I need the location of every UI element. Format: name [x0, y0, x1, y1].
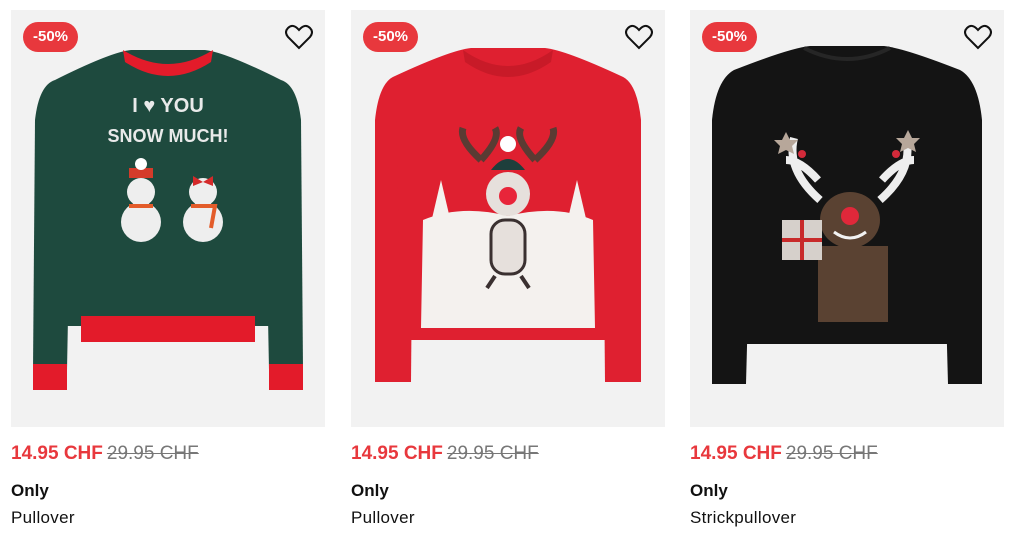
original-price: 29.95 CHF [785, 443, 878, 464]
price-row: 14.95 CHF 29.95 CHF [11, 443, 325, 465]
brand-name[interactable]: Only [351, 481, 665, 501]
product-type[interactable]: Pullover [351, 508, 665, 528]
product-card[interactable]: I ♥ YOU SNOW MUCH! -50% 14.95 CHF 29.95 C… [11, 10, 325, 528]
sweater-reindeer-red-image [375, 48, 641, 382]
heart-outline-icon[interactable] [964, 24, 992, 50]
sale-price: 14.95 CHF [351, 443, 443, 464]
discount-badge: -50% [363, 22, 419, 52]
print-text-line2: SNOW MUCH! [108, 126, 229, 146]
brand-name[interactable]: Only [690, 481, 1004, 501]
heart-outline-icon[interactable] [625, 24, 653, 50]
sale-price: 14.95 CHF [11, 443, 103, 464]
product-image[interactable]: I ♥ YOU SNOW MUCH! -50% [11, 10, 325, 427]
original-price: 29.95 CHF [106, 443, 199, 464]
print-text-line1: I ♥ YOU [132, 95, 204, 117]
product-grid: I ♥ YOU SNOW MUCH! -50% 14.95 CHF 29.95 C… [0, 0, 1024, 544]
original-price: 29.95 CHF [446, 443, 539, 464]
product-image[interactable]: -50% [690, 10, 1004, 427]
price-row: 14.95 CHF 29.95 CHF [690, 443, 1004, 465]
product-type[interactable]: Strickpullover [690, 508, 1004, 528]
product-card[interactable]: -50% 14.95 CHF 29.95 CHF Only Pullover [351, 10, 665, 528]
price-row: 14.95 CHF 29.95 CHF [351, 443, 665, 465]
sale-price: 14.95 CHF [690, 443, 782, 464]
sweater-reindeer-black-image [712, 46, 982, 384]
product-image[interactable]: -50% [351, 10, 665, 427]
product-type[interactable]: Pullover [11, 508, 325, 528]
product-card[interactable]: -50% 14.95 CHF 29.95 CHF Only Strickpullo… [690, 10, 1004, 528]
heart-outline-icon[interactable] [285, 24, 313, 50]
discount-badge: -50% [23, 22, 79, 52]
discount-badge: -50% [702, 22, 758, 52]
brand-name[interactable]: Only [11, 481, 325, 501]
sweater-snowmen-image: I ♥ YOU SNOW MUCH! [33, 50, 303, 390]
